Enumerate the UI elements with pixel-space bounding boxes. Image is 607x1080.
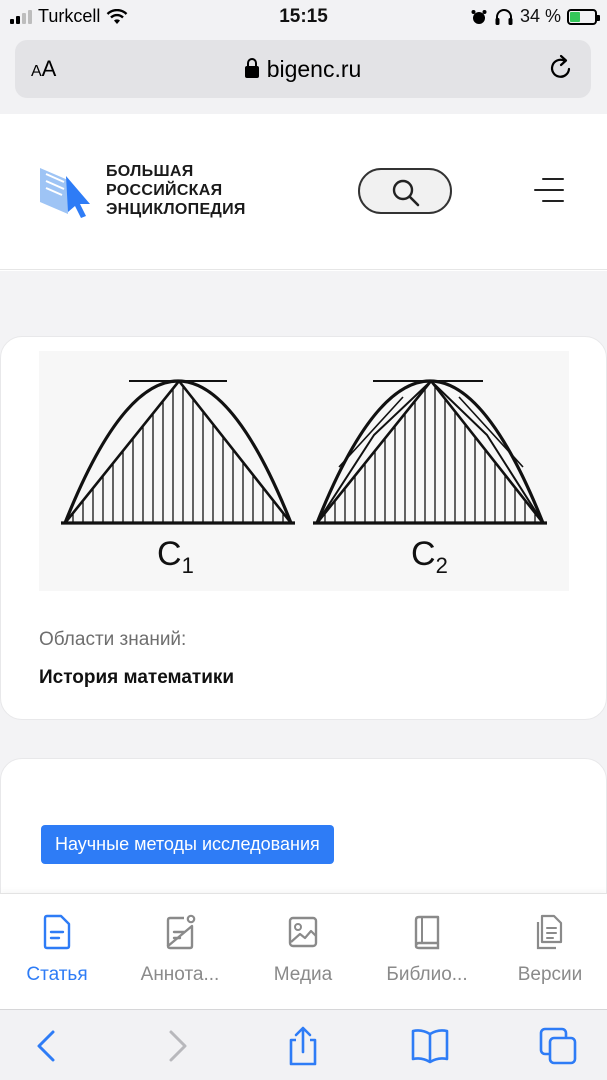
media-card: C1 C2 Области знаний: История математики [0,336,607,720]
share-icon[interactable] [283,1026,323,1066]
url-text: bigenc.ru [266,56,362,82]
tab-versions[interactable]: Версии [490,914,607,986]
alarm-icon [471,9,487,24]
figure-c1 [61,379,295,525]
tab-versions-label: Версии [517,964,583,985]
tab-annotation-label: Аннота... [140,964,220,985]
headphones-icon [495,8,513,25]
browser-address-area: AA bigenc.ru [0,36,607,114]
logo-line-1: БОЛЬШАЯ [106,163,194,180]
lock-icon [244,58,259,78]
media-icon [288,916,318,948]
label-c2: C2 [411,535,448,578]
battery-percent: 34 % [519,6,561,26]
browser-toolbar [0,1009,607,1080]
tabs-icon[interactable] [538,1026,578,1066]
logo-text[interactable]: БОЛЬШАЯ РОССИЙСКАЯ ЭНЦИКЛОПЕДИЯ [106,162,246,219]
logo-line-3: ЭНЦИКЛОПЕДИЯ [106,201,246,218]
site-header: БОЛЬШАЯ РОССИЙСКАЯ ЭНЦИКЛОПЕДИЯ [0,114,607,270]
tab-media-label: Медиа [273,964,333,985]
tab-annotation[interactable]: Аннота... [120,914,240,986]
knowledge-area-value[interactable]: История математики [39,667,234,689]
status-bar: Turkcell 15:15 34 % [0,0,607,36]
search-button[interactable] [358,168,452,214]
annotation-icon [166,914,196,950]
search-icon [392,179,420,207]
versions-icon [536,914,563,950]
tab-bibliography[interactable]: Библио... [367,914,487,986]
topic-tag[interactable]: Научные методы исследования [41,825,334,864]
menu-icon[interactable] [534,178,564,204]
bibliography-icon [414,915,440,950]
article-icon [43,914,71,950]
label-c1: C1 [157,535,194,578]
tab-article[interactable]: Статья [0,914,117,986]
address-bar[interactable]: AA bigenc.ru [15,40,591,98]
tab-article-label: Статья [26,964,88,985]
forward-icon[interactable] [157,1026,197,1066]
tab-bibliography-label: Библио... [386,964,468,985]
reload-icon[interactable] [547,54,575,82]
logo-line-2: РОССИЙСКАЯ [106,182,223,199]
parabola-figure[interactable]: C1 C2 [39,351,569,591]
battery-icon [567,8,600,25]
status-right: 34 % [470,6,600,27]
url-field[interactable]: bigenc.ru [15,56,591,83]
parabola-diagram: C1 C2 [61,379,547,578]
knowledge-area-label: Области знаний: [39,629,187,650]
back-icon[interactable] [27,1026,67,1066]
article-tabbar: Статья Аннота... Медиа Библио... Версии [0,893,607,1009]
figure-c2 [313,379,547,525]
bookmarks-icon[interactable] [410,1026,450,1066]
tab-media[interactable]: Медиа [243,914,363,986]
logo-icon[interactable] [38,164,98,218]
